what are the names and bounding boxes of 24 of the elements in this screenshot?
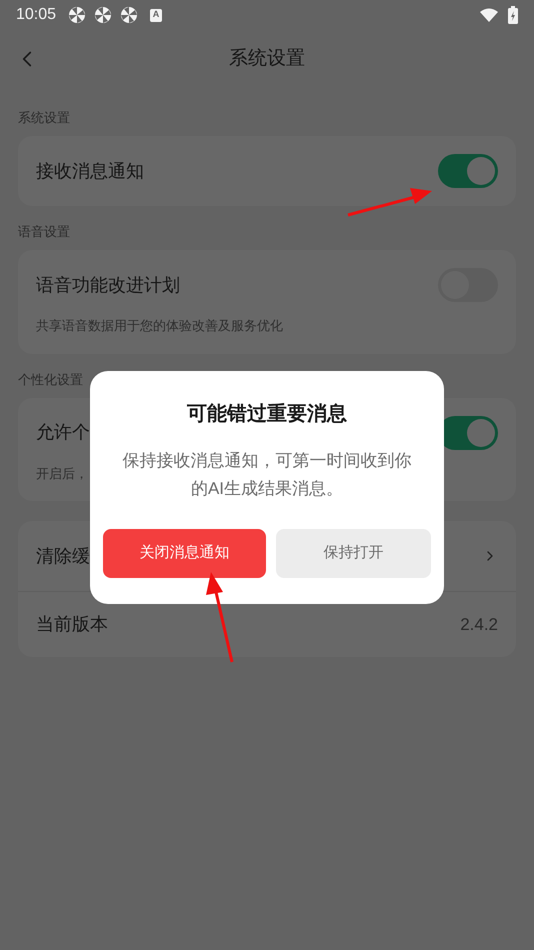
wifi-icon — [480, 8, 498, 22]
setting-description: 开启后， — [36, 464, 88, 482]
section-label: 系统设置 — [18, 109, 71, 126]
app-notification-icon — [68, 6, 86, 24]
dialog-message: 保持接收消息通知，可第一时间收到你的AI生成结果消息。 — [122, 450, 412, 500]
setting-description: 共享语音数据用于您的体验改善及服务优化 — [36, 317, 283, 335]
section-label: 语音设置 — [18, 223, 71, 240]
app-notification-icon — [120, 6, 138, 24]
battery-icon — [508, 6, 518, 24]
setting-title[interactable]: 清除缓 — [36, 542, 90, 570]
dialog-title: 可能错过重要消息 — [187, 402, 347, 427]
turn-off-button[interactable]: 关闭消息通知 — [103, 529, 266, 578]
app-notification-icon — [94, 6, 112, 24]
status-time: 10:05 — [16, 5, 56, 25]
version-text: 2.4.2 — [460, 614, 498, 636]
setting-title: 语音功能改进计划 — [36, 274, 180, 296]
setting-title: 当前版本 — [36, 613, 108, 636]
input-method-badge: A — [150, 8, 162, 22]
setting-title: 允许个 — [36, 421, 90, 444]
section-label: 个性化设置 — [18, 370, 84, 388]
setting-title: 接收消息通知 — [36, 160, 144, 182]
toggle-switch[interactable] — [438, 154, 498, 188]
keep-on-button[interactable]: 保持打开 — [276, 529, 431, 578]
page-title: 系统设置 — [229, 46, 305, 71]
